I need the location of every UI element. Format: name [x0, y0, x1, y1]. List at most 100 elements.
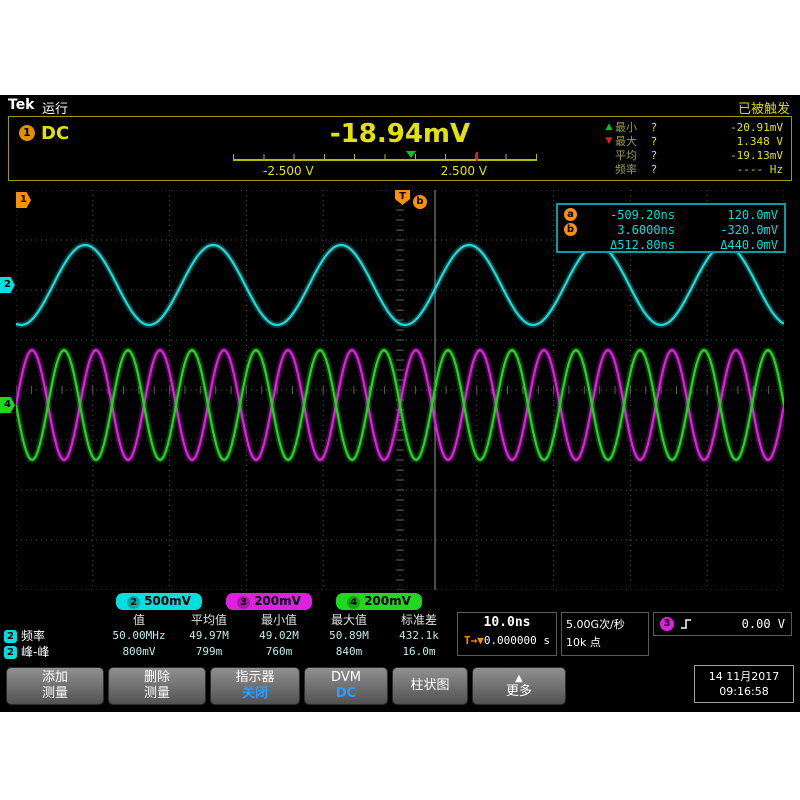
channel-2-scale: 500mV	[144, 594, 191, 608]
channel-3-scale: 200mV	[254, 594, 301, 608]
meas-cell: 432.1k	[384, 628, 454, 644]
cursor-b-time: 3.6000ns	[583, 223, 675, 237]
menu-histogram-button[interactable]: 柱状图	[392, 667, 468, 705]
channel-scale-badges: 2 500mV 3 200mV 4 200mV	[0, 593, 800, 611]
meas-cell: 800mV	[104, 644, 174, 660]
meas-header-min: 最小值	[244, 612, 314, 628]
measurement-table: 值 平均值 最小值 最大值 标准差 2 频率 50.00MHz 49.97M 4…	[4, 612, 456, 660]
dvm-scale-min: -2.500 V	[263, 164, 314, 178]
stat-value: -20.91mV	[661, 121, 783, 134]
menu-delete-measurement-button[interactable]: 删除 测量	[108, 667, 206, 705]
trigger-position-value: 0.000000 s	[484, 634, 550, 647]
meas-header-mean: 平均值	[174, 612, 244, 628]
horizontal-readout-box: 10.0ns T→▼0.000000 s	[457, 612, 557, 656]
stat-question: ?	[647, 121, 661, 134]
channel-3-number: 3	[237, 596, 250, 609]
sample-rate: 5.00G次/秒	[566, 616, 644, 634]
channel-2-position-marker[interactable]: 2	[0, 277, 15, 293]
button-label: 测量	[109, 686, 205, 702]
cursor-a-badge: a	[564, 208, 577, 221]
menu-dvm-button[interactable]: DVM DC	[304, 667, 388, 705]
meas-cell: 50.89M	[314, 628, 384, 644]
date-value: 14 11月2017	[695, 669, 793, 684]
dvm-stat-max: ▼ 最大 ? 1.348 V	[603, 134, 783, 148]
dvm-stat-frequency: 频率 ? ---- Hz	[603, 162, 783, 176]
cursor-a-row: a -509.20ns 120.0mV	[564, 207, 778, 222]
channel-4-scale-badge[interactable]: 4 200mV	[336, 593, 422, 610]
meas-row-pkpk-label: 2 峰-峰	[4, 644, 104, 660]
meas-cell: 16.0m	[384, 644, 454, 660]
cursor-readout-box: a -509.20ns 120.0mV b 3.6000ns -320.0mV …	[556, 203, 786, 253]
button-label: DVM	[305, 670, 387, 686]
acquisition-run-status: 运行	[42, 98, 68, 117]
meas-header-std: 标准差	[384, 612, 454, 628]
stat-label: 频率	[615, 161, 647, 177]
min-arrow-icon: ▲	[603, 122, 615, 132]
meas-header-max: 最大值	[314, 612, 384, 628]
button-label: 指示器	[211, 670, 299, 686]
dvm-stat-mean: 平均 ? -19.13mV	[603, 148, 783, 162]
record-length: 10k 点	[566, 634, 644, 652]
trigger-source-badge: 3	[660, 617, 674, 631]
stat-value: 1.348 V	[661, 135, 783, 148]
channel-3-scale-badge[interactable]: 3 200mV	[226, 593, 312, 610]
channel-2-number: 2	[127, 596, 140, 609]
cursor-delta-volt: Δ440.0mV	[675, 238, 778, 252]
button-label: 柱状图	[393, 678, 467, 694]
meas-cell: 50.00MHz	[104, 628, 174, 644]
dvm-statistics: ▲ 最小 ? -20.91mV ▼ 最大 ? 1.348 V 平均 ? -19.…	[603, 120, 783, 176]
more-up-arrow-icon: ▲	[473, 673, 565, 684]
dvm-scale-ruler: -2.500 V 2.500 V	[233, 153, 537, 177]
cursor-b-row: b 3.6000ns -320.0mV	[564, 222, 778, 237]
dvm-panel: 1 DC -18.94mV -2.500 V 2.500 V ▲ 最小 ? -2…	[8, 116, 792, 181]
channel-4-number: 4	[347, 596, 360, 609]
max-arrow-icon: ▼	[603, 136, 615, 146]
menu-indicators-button[interactable]: 指示器 关闭	[210, 667, 300, 705]
channel-2-scale-badge[interactable]: 2 500mV	[116, 593, 202, 610]
trigger-position-icon: T→▼	[464, 634, 484, 647]
meas-header-value: 值	[104, 612, 174, 628]
button-label: 删除	[109, 670, 205, 686]
trigger-readout-box: 3 0.00 V	[653, 612, 792, 636]
meas-channel-badge: 2	[4, 630, 17, 643]
cursor-a-time: -509.20ns	[583, 208, 675, 222]
dvm-scale-max: 2.500 V	[441, 164, 487, 178]
oscilloscope-screen: Tek 运行 已被触发 1 DC -18.94mV -2.500 V 2.500…	[0, 95, 800, 712]
meas-row-frequency-label: 2 频率	[4, 628, 104, 644]
timebase-value: 10.0ns	[458, 613, 556, 633]
button-label: 添加	[7, 670, 103, 686]
meas-name: 频率	[21, 628, 45, 644]
meas-name: 峰-峰	[21, 644, 49, 660]
dvm-stat-min: ▲ 最小 ? -20.91mV	[603, 120, 783, 134]
cursor-a-volt: 120.0mV	[675, 208, 778, 222]
stat-question: ?	[647, 135, 661, 148]
meas-channel-badge: 2	[4, 646, 17, 659]
stat-question: ?	[647, 149, 661, 162]
button-state: DC	[305, 686, 387, 702]
menu-more-button[interactable]: ▲ 更多	[472, 667, 566, 705]
cursor-delta-time: Δ512.80ns	[583, 238, 675, 252]
trigger-slope-icon	[680, 618, 692, 630]
datetime-box: 14 11月2017 09:16:58	[694, 665, 794, 703]
button-label: 更多	[473, 684, 565, 700]
cursor-delta-row: Δ512.80ns Δ440.0mV	[564, 237, 778, 252]
stat-value: ---- Hz	[661, 163, 783, 176]
tek-logo: Tek	[8, 97, 35, 113]
meas-cell: 840m	[314, 644, 384, 660]
time-value: 09:16:58	[695, 684, 793, 699]
dvm-max-marker	[476, 152, 478, 161]
dvm-ruler-line	[233, 159, 537, 161]
meas-cell: 49.97M	[174, 628, 244, 644]
meas-cell: 760m	[244, 644, 314, 660]
button-state: 关闭	[211, 686, 299, 702]
stat-value: -19.13mV	[661, 149, 783, 162]
cursor-b-marker[interactable]: b	[413, 195, 427, 209]
channel-4-scale: 200mV	[364, 594, 411, 608]
trigger-level-value: 0.00 V	[698, 617, 785, 631]
channel-4-position-marker[interactable]: 4	[0, 397, 15, 413]
menu-add-measurement-button[interactable]: 添加 测量	[6, 667, 104, 705]
cursor-b-badge: b	[564, 223, 577, 236]
trigger-status: 已被触发	[738, 98, 790, 117]
button-label: 测量	[7, 686, 103, 702]
meas-cell: 799m	[174, 644, 244, 660]
